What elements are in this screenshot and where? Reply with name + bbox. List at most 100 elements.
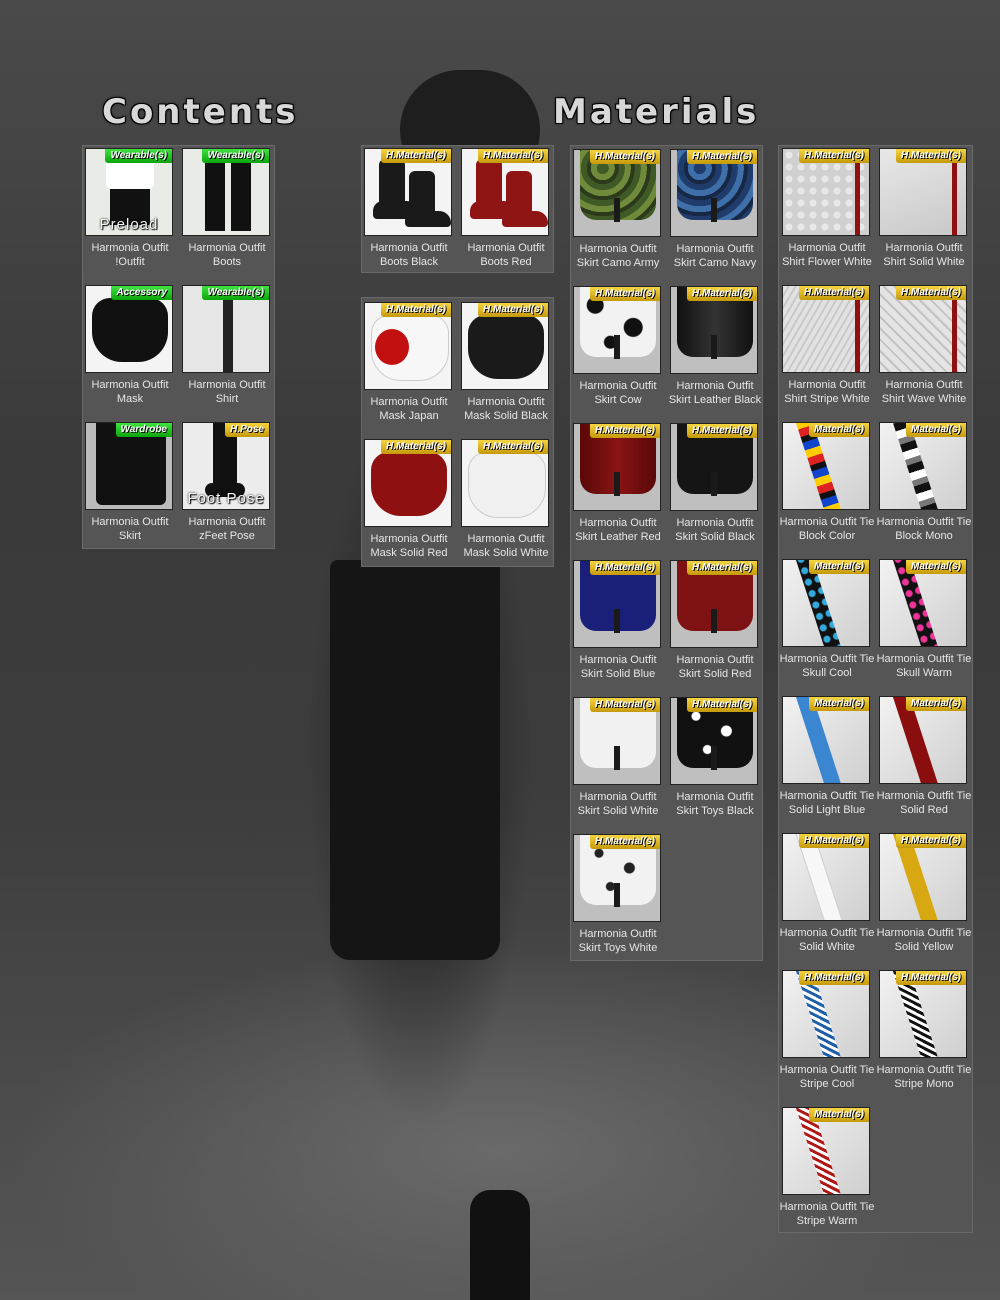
tile-harmonia-outfit-tie-solid-red[interactable]: Material(s) Harmonia Outfit Tie Solid Red [876,693,972,829]
tile-harmonia-outfit-boots-red[interactable]: H.Material(s) Harmonia Outfit Boots Red [458,145,554,281]
tile-harmonia-outfit-tie-solid-light-blue[interactable]: Material(s) Harmonia Outfit Tie Solid Ligh… [779,693,875,829]
thumbnail-image[interactable]: Material(s) [879,422,967,510]
thumbnail-image[interactable]: H.Material(s) [573,149,661,237]
thumbnail-image[interactable]: Material(s) [782,696,870,784]
thumbnail-image[interactable]: H.Material(s) [670,560,758,648]
thumbnail-image[interactable]: H.Material(s) [364,302,452,390]
tile-harmonia-outfit-shirt-wave-white[interactable]: H.Material(s) Harmonia Outfit Shirt Wave W… [876,282,972,418]
tile-caption: Harmonia Outfit Mask Japan [361,395,457,423]
badge: H.Material(s) [798,149,869,163]
tile-harmonia-outfit-tie-stripe-warm[interactable]: Material(s) Harmonia Outfit Tie Stripe War… [779,1104,875,1240]
thumbnail-image[interactable]: Accessory [85,285,173,373]
badge: H.Material(s) [589,150,660,164]
tile-harmonia-outfit-tie-block-color[interactable]: Material(s) Harmonia Outfit Tie Block Colo… [779,419,875,555]
thumbnail-image[interactable]: H.Material(s) [670,697,758,785]
thumbnail-image[interactable]: Wearable(s) [182,285,270,373]
thumbnail-image[interactable]: H.Material(s) [573,697,661,785]
tile-harmonia-outfit-shirt-solid-white[interactable]: H.Material(s) Harmonia Outfit Shirt Solid … [876,145,972,281]
thumbnail-image[interactable]: H.Material(s) [573,286,661,374]
tile-harmonia-outfit-tie-stripe-cool[interactable]: H.Material(s) Harmonia Outfit Tie Stripe C… [779,967,875,1103]
thumbnail-image[interactable]: Wearable(s) Preload [85,148,173,236]
tile-harmonia-outfit-mask-solid-black[interactable]: H.Material(s) Harmonia Outfit Mask Solid B… [458,299,554,435]
badge: Material(s) [905,697,966,711]
thumbnail-image[interactable]: H.Material(s) [461,148,549,236]
thumbnail-image[interactable]: H.Material(s) [782,148,870,236]
caption-line1: Harmonia Outfit [676,517,754,529]
tile-harmonia-outfit-boots-black[interactable]: H.Material(s) Harmonia Outfit Boots Black [361,145,457,281]
thumbnail-image[interactable]: Wearable(s) [182,148,270,236]
tile-harmonia-outfit-shirt-stripe-white[interactable]: H.Material(s) Harmonia Outfit Shirt Stripe… [779,282,875,418]
badge: Material(s) [808,560,869,574]
caption-line2: Stripe Mono [894,1078,954,1090]
tile-caption: Harmonia Outfit zFeet Pose [179,515,275,543]
tile-caption: Harmonia Outfit Tie Solid Light Blue [779,789,875,817]
thumbnail-image[interactable]: Material(s) [879,559,967,647]
tile-harmonia-outfit-tie-block-mono[interactable]: Material(s) Harmonia Outfit Tie Block Mono [876,419,972,555]
thumbnail-image[interactable]: Material(s) [879,696,967,784]
thumbnail-image[interactable]: H.Material(s) [461,439,549,527]
thumbnail-image[interactable]: Material(s) [782,422,870,510]
thumbnail-image[interactable]: Material(s) [782,559,870,647]
tile-harmonia-outfit-tie-skull-warm[interactable]: Material(s) Harmonia Outfit Tie Skull Warm [876,556,972,692]
thumbnail-image[interactable]: H.Material(s) [364,439,452,527]
tile-harmonia-outfit-skirt-solid-black[interactable]: H.Material(s) Harmonia Outfit Skirt Solid … [667,420,763,556]
tile-harmonia-outfit-skirt-camo-navy[interactable]: H.Material(s) Harmonia Outfit Skirt Camo N… [667,146,763,282]
tile-harmonia-outfit-tie-solid-yellow[interactable]: H.Material(s) Harmonia Outfit Tie Solid Ye… [876,830,972,966]
background-figure [330,560,500,960]
thumbnail-image[interactable]: H.Material(s) [782,970,870,1058]
tile-harmonia-outfit-mask[interactable]: Accessory Harmonia Outfit Mask [82,282,178,418]
badge: H.Material(s) [589,835,660,849]
tile-harmonia-outfit-skirt-toys-black[interactable]: H.Material(s) Harmonia Outfit Skirt Toys B… [667,694,763,830]
tile-harmonia-outfit-mask-solid-white[interactable]: H.Material(s) Harmonia Outfit Mask Solid W… [458,436,554,572]
tile-harmonia-outfit-skirt-cow[interactable]: H.Material(s) Harmonia Outfit Skirt Cow [570,283,666,419]
tile-harmonia-outfit-tie-solid-white[interactable]: H.Material(s) Harmonia Outfit Tie Solid Wh… [779,830,875,966]
tile-caption: Harmonia Outfit Shirt Wave White [876,378,972,406]
tile-caption: Harmonia Outfit Skirt Toys White [570,927,666,955]
caption-line1: Harmonia Outfit [467,533,545,545]
tile-harmonia-outfit-boots[interactable]: Wearable(s) Harmonia Outfit Boots [179,145,275,281]
badge: H.Material(s) [380,303,451,317]
tile-harmonia-outfit-tie-skull-cool[interactable]: Material(s) Harmonia Outfit Tie Skull Cool [779,556,875,692]
thumbnail-image[interactable]: H.Material(s) [573,560,661,648]
badge: H.Material(s) [686,424,757,438]
thumbnail-image[interactable]: H.Material(s) [461,302,549,390]
tile-harmonia-outfit-tie-stripe-mono[interactable]: H.Material(s) Harmonia Outfit Tie Stripe M… [876,967,972,1103]
tile-harmonia-outfit-outfit[interactable]: Wearable(s) Preload Harmonia Outfit !Outfit [82,145,178,281]
tile-harmonia-outfit-shirt[interactable]: Wearable(s) Harmonia Outfit Shirt [179,282,275,418]
thumbnail-image[interactable]: H.Material(s) [879,970,967,1058]
badge: H.Material(s) [686,561,757,575]
tile-caption: Harmonia Outfit Skirt Leather Black [667,379,763,407]
tile-harmonia-outfit-mask-japan[interactable]: H.Material(s) Harmonia Outfit Mask Japan [361,299,457,435]
thumbnail-image[interactable]: H.Material(s) [879,148,967,236]
thumbnail-image[interactable]: H.Material(s) [573,834,661,922]
thumbnail-image[interactable]: H.Material(s) [670,286,758,374]
tile-harmonia-outfit-skirt-leather-black[interactable]: H.Material(s) Harmonia Outfit Skirt Leathe… [667,283,763,419]
thumbnail-image[interactable]: Material(s) [782,1107,870,1195]
tile-harmonia-outfit-skirt-toys-white[interactable]: H.Material(s) Harmonia Outfit Skirt Toys W… [570,831,666,967]
thumbnail-image[interactable]: H.Material(s) [782,285,870,373]
tile-harmonia-outfit-mask-solid-red[interactable]: H.Material(s) Harmonia Outfit Mask Solid R… [361,436,457,572]
thumbnail-image[interactable]: H.Material(s) [782,833,870,921]
caption-line2: Mask Solid Red [370,547,448,559]
tile-harmonia-outfit-skirt-solid-white[interactable]: H.Material(s) Harmonia Outfit Skirt Solid … [570,694,666,830]
badge: Wearable(s) [202,149,269,163]
thumbnail-image[interactable]: H.Material(s) [879,285,967,373]
badge: H.Material(s) [895,834,966,848]
thumbnail-image[interactable]: H.Material(s) [879,833,967,921]
badge: H.Material(s) [589,287,660,301]
thumbnail-image[interactable]: H.Material(s) [670,423,758,511]
tile-harmonia-outfit-zfeet-pose[interactable]: H.Pose Foot Pose Harmonia Outfit zFeet Pose [179,419,275,555]
tile-harmonia-outfit-skirt-leather-red[interactable]: H.Material(s) Harmonia Outfit Skirt Leathe… [570,420,666,556]
tile-harmonia-outfit-skirt-solid-red[interactable]: H.Material(s) Harmonia Outfit Skirt Solid … [667,557,763,693]
thumbnail-image[interactable]: Wardrobe [85,422,173,510]
thumbnail-image[interactable]: H.Material(s) [573,423,661,511]
thumbnail-image[interactable]: H.Material(s) [364,148,452,236]
thumbnail-image[interactable]: H.Material(s) [670,149,758,237]
tile-harmonia-outfit-skirt-camo-army[interactable]: H.Material(s) Harmonia Outfit Skirt Camo A… [570,146,666,282]
caption-line1: Harmonia Outfit Tie [876,790,972,802]
thumbnail-image[interactable]: H.Pose Foot Pose [182,422,270,510]
badge: H.Material(s) [798,971,869,985]
tile-harmonia-outfit-skirt-solid-blue[interactable]: H.Material(s) Harmonia Outfit Skirt Solid … [570,557,666,693]
tile-harmonia-outfit-skirt[interactable]: Wardrobe Harmonia Outfit Skirt [82,419,178,555]
tile-harmonia-outfit-shirt-flower-white[interactable]: H.Material(s) Harmonia Outfit Shirt Flower… [779,145,875,281]
